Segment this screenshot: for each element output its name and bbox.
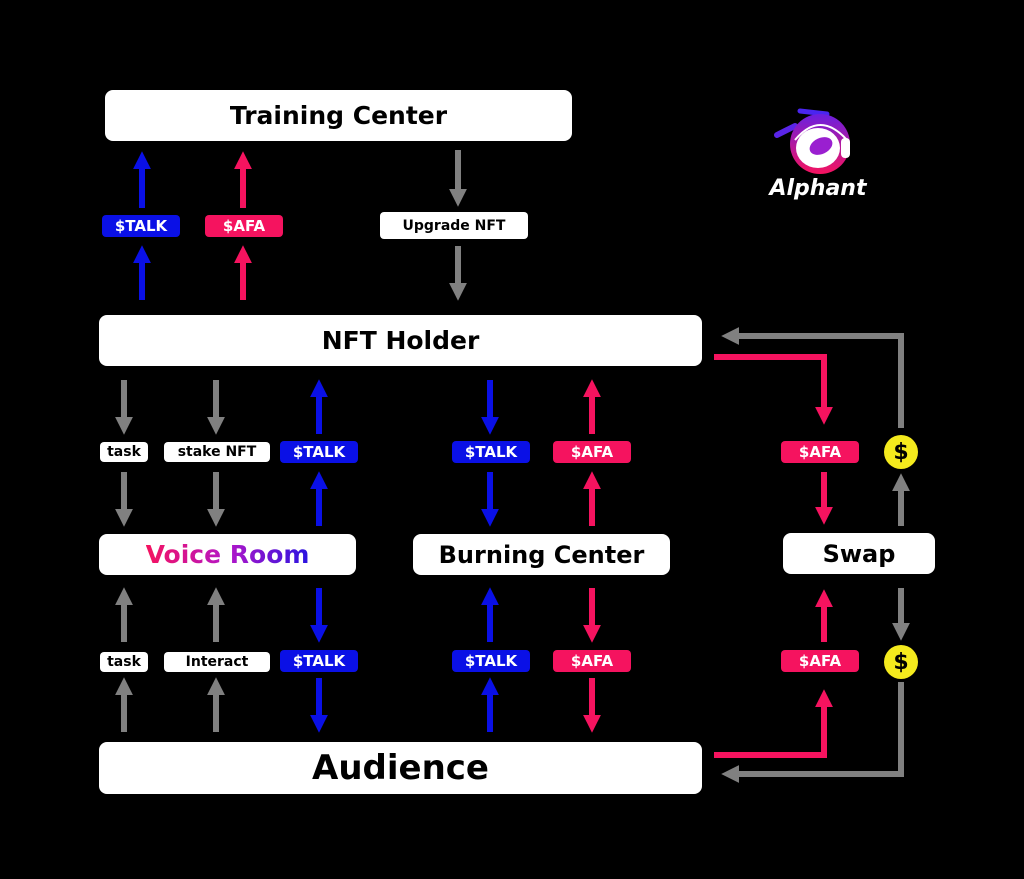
token-afa-label: $AFA — [205, 215, 283, 237]
node-label: Swap — [822, 539, 896, 568]
stake-nft-label: stake NFT — [164, 442, 270, 462]
node-training-center: Training Center — [105, 90, 572, 141]
dollar-coin-icon: $ — [884, 645, 918, 679]
upgrade-nft-label: Upgrade NFT — [380, 212, 528, 239]
token-afa-label: $AFA — [553, 441, 631, 463]
node-voice-room: Voice Room — [99, 534, 356, 575]
interact-label: Interact — [164, 652, 270, 672]
arrow-coin-to-audience — [721, 682, 904, 783]
node-audience: Audience — [99, 742, 702, 794]
token-afa-label: $AFA — [553, 650, 631, 672]
node-nft-holder: NFT Holder — [99, 315, 702, 366]
token-talk-label: $TALK — [280, 650, 358, 672]
arrow-afa-to-swap — [714, 689, 833, 758]
brand-name: Alphant — [769, 176, 867, 201]
node-label: Audience — [312, 748, 489, 788]
node-label: Training Center — [229, 101, 448, 130]
node-swap: Swap — [783, 533, 935, 574]
token-afa-label: $AFA — [781, 650, 859, 672]
task-label: task — [100, 652, 148, 672]
node-label: Burning Center — [438, 540, 645, 569]
task-label: task — [100, 442, 148, 462]
node-label: Voice Room — [145, 540, 310, 569]
token-talk-label: $TALK — [452, 441, 530, 463]
node-label: NFT Holder — [321, 326, 480, 355]
token-talk-label: $TALK — [102, 215, 180, 237]
arrow-coin-to-holder — [721, 327, 904, 428]
token-talk-label: $TALK — [280, 441, 358, 463]
token-talk-label: $TALK — [452, 650, 530, 672]
node-burning-center: Burning Center — [413, 534, 670, 575]
arrow-afa-to-swap — [714, 354, 833, 425]
token-afa-label: $AFA — [781, 441, 859, 463]
dollar-coin-icon: $ — [884, 435, 918, 469]
